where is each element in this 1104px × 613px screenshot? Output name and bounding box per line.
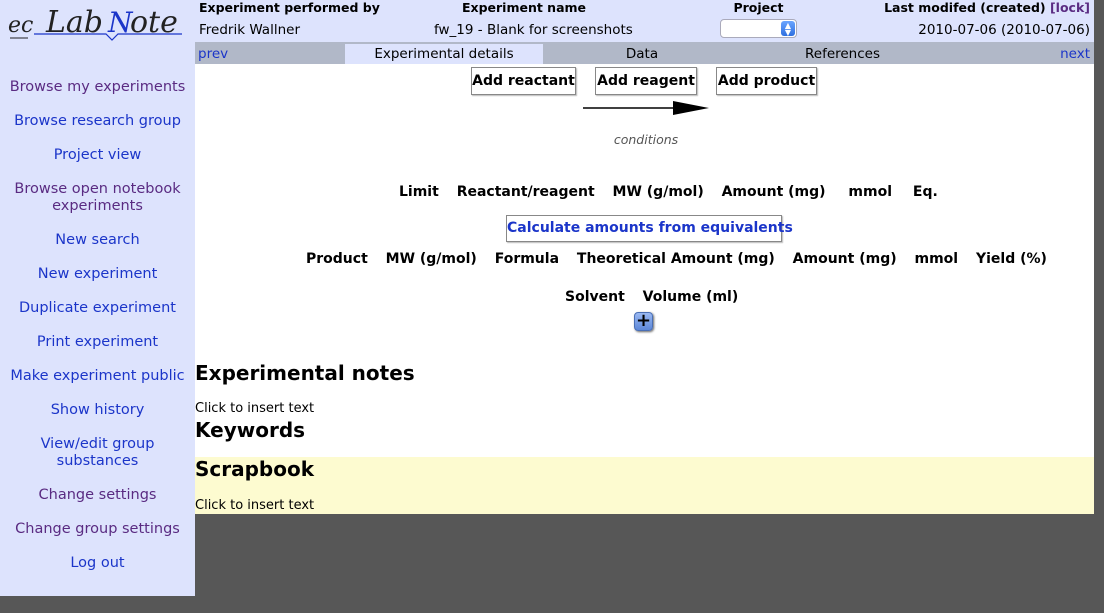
lock-link[interactable]: [lock] xyxy=(1050,0,1090,15)
performed-by-label: Experiment performed by xyxy=(199,0,380,15)
svg-text:Lab: Lab xyxy=(45,5,103,40)
conditions-field[interactable]: conditions xyxy=(595,132,697,147)
calculate-amounts-button[interactable]: Calculate amounts from equivalents xyxy=(506,215,793,242)
sidebar-item-change-settings[interactable]: Change settings xyxy=(0,484,195,507)
add-solvent-button[interactable]: + xyxy=(634,312,653,331)
experimental-notes-field[interactable]: Click to insert text xyxy=(195,401,314,416)
svg-text:ec: ec xyxy=(8,13,33,38)
reactant-table-header: Limit Reactant/reagent MW (g/mol) Amount… xyxy=(399,184,951,200)
next-link[interactable]: next xyxy=(1060,44,1090,64)
modified-label: Last modifed (created) xyxy=(884,0,1046,15)
scrapbook-section: Scrapbook Click to insert text xyxy=(195,457,1094,514)
col-mmol: mmol xyxy=(848,184,893,200)
sidebar-item-make-public[interactable]: Make experiment public xyxy=(0,365,195,388)
tab-experimental-details[interactable]: Experimental details xyxy=(345,44,543,64)
col-product-amount: Amount (mg) xyxy=(792,251,897,267)
sidebar-item-browse-my-experiments[interactable]: Browse my experiments xyxy=(0,76,195,99)
sidebar-item-log-out[interactable]: Log out xyxy=(0,552,195,575)
col-product: Product xyxy=(306,251,368,267)
experiment-name-label: Experiment name xyxy=(461,0,587,15)
tab-bar: prev Experimental details Data Reference… xyxy=(195,42,1094,64)
col-yield: Yield (%) xyxy=(975,251,1047,267)
sidebar-item-show-history[interactable]: Show history xyxy=(0,399,195,422)
tab-data[interactable]: Data xyxy=(593,44,691,64)
scrapbook-heading: Scrapbook xyxy=(195,457,315,481)
keywords-heading: Keywords xyxy=(195,418,306,442)
col-product-mw: MW (g/mol) xyxy=(385,251,477,267)
col-product-mmol: mmol xyxy=(914,251,959,267)
modified-block: Last modifed (created) [lock] 2010-07-06… xyxy=(884,0,1090,39)
scrapbook-field[interactable]: Click to insert text xyxy=(195,498,314,513)
col-eq: Eq. xyxy=(912,184,938,200)
experiment-name-value[interactable]: fw_19 - Blank for screenshots xyxy=(434,21,633,39)
tab-references[interactable]: References xyxy=(785,44,900,64)
add-reactant-button[interactable]: Add reactant xyxy=(471,67,576,95)
sidebar-item-new-search[interactable]: New search xyxy=(0,229,195,252)
col-theoretical-amount: Theoretical Amount (mg) xyxy=(576,251,775,267)
sidebar-nav: Browse my experiments Browse research gr… xyxy=(0,76,195,586)
project-block: Project xyxy=(720,0,797,15)
modified-value: 2010-07-06 (2010-07-06) xyxy=(918,22,1090,38)
solvent-table-header: Solvent Volume (ml) xyxy=(565,289,751,305)
col-volume: Volume (ml) xyxy=(642,289,739,305)
svg-text:ote: ote xyxy=(130,5,178,40)
col-reactant-reagent: Reactant/reagent xyxy=(456,184,595,200)
sidebar-item-project-view[interactable]: Project view xyxy=(0,144,195,167)
sidebar-item-group-substances[interactable]: View/edit group substances xyxy=(0,433,195,473)
experiment-name-block: Experiment name fw_19 - Blank for screen… xyxy=(434,0,633,39)
sidebar-item-new-experiment[interactable]: New experiment xyxy=(0,263,195,286)
select-arrows-icon: ▲ ▼ xyxy=(781,21,795,37)
project-label: Project xyxy=(733,0,784,15)
col-mw: MW (g/mol) xyxy=(612,184,704,200)
reaction-arrow-icon xyxy=(583,101,709,115)
sidebar: ec Lab N ote Browse my experiments Brows… xyxy=(0,0,195,596)
performed-by-block: Experiment performed by Fredrik Wallner xyxy=(199,0,380,39)
sidebar-item-browse-research-group[interactable]: Browse research group xyxy=(0,110,195,133)
col-limit: Limit xyxy=(399,184,439,200)
sidebar-item-print-experiment[interactable]: Print experiment xyxy=(0,331,195,354)
eclabnote-logo[interactable]: ec Lab N ote xyxy=(6,2,186,42)
sidebar-item-browse-open-notebook[interactable]: Browse open notebook experiments xyxy=(0,178,195,218)
experiment-header: Experiment performed by Fredrik Wallner … xyxy=(195,0,1094,42)
add-reagent-button[interactable]: Add reagent xyxy=(595,67,697,95)
performed-by-value: Fredrik Wallner xyxy=(199,22,300,38)
experimental-notes-heading: Experimental notes xyxy=(195,361,415,385)
col-amount: Amount (mg) xyxy=(721,184,826,200)
product-table-header: Product MW (g/mol) Formula Theoretical A… xyxy=(306,251,1060,267)
sidebar-item-change-group-settings[interactable]: Change group settings xyxy=(0,518,195,541)
sidebar-item-duplicate-experiment[interactable]: Duplicate experiment xyxy=(0,297,195,320)
main-content: Add reactant Add reagent Add product con… xyxy=(195,64,1094,514)
col-solvent: Solvent xyxy=(565,289,625,305)
project-select[interactable]: ▲ ▼ xyxy=(720,19,797,38)
prev-link[interactable]: prev xyxy=(198,44,228,64)
add-product-button[interactable]: Add product xyxy=(716,67,817,95)
col-formula: Formula xyxy=(494,251,560,267)
